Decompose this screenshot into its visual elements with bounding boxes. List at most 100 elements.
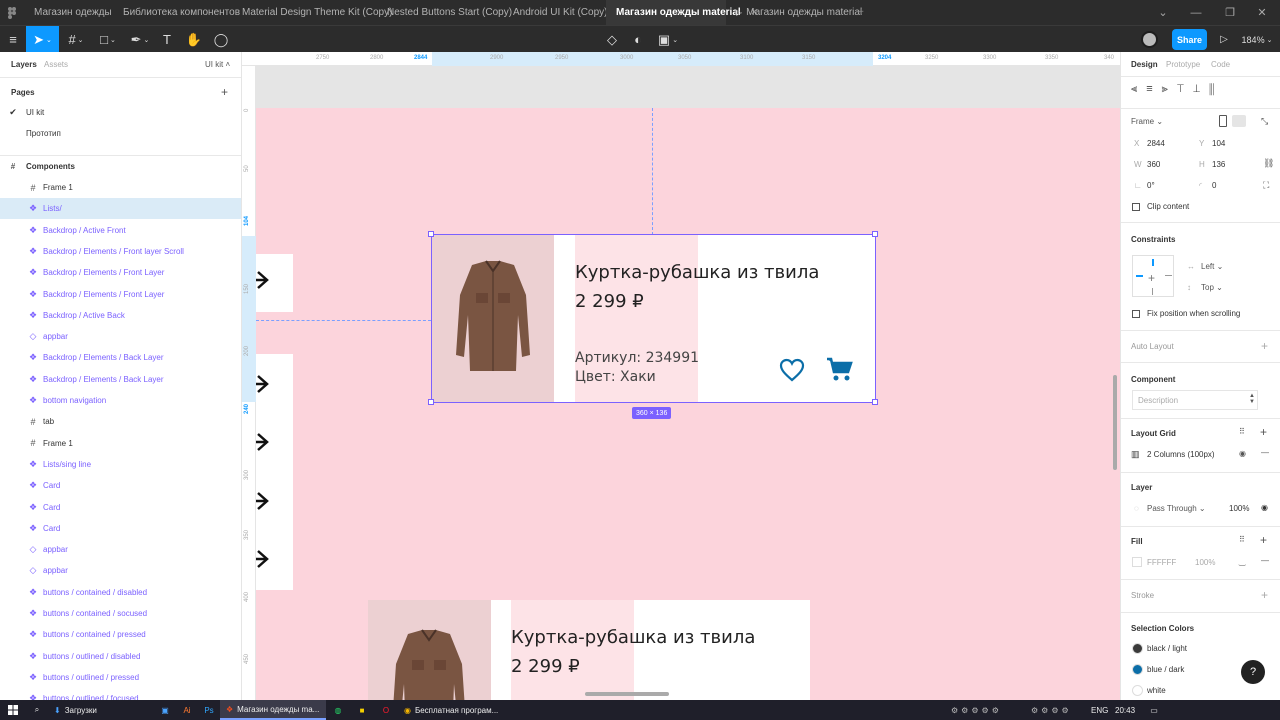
portrait-icon[interactable] [1219, 115, 1227, 127]
notifications-icon[interactable]: ▭ [1143, 700, 1165, 720]
color-swatch[interactable] [1132, 664, 1143, 675]
search-icon[interactable]: ⌕ [26, 700, 48, 720]
layer-item[interactable]: ❖ buttons / contained / pressed [0, 624, 241, 645]
independent-corners-icon[interactable]: ⛶ [1263, 180, 1269, 191]
taskbar-downloads[interactable]: ⬇ Загрузки [48, 700, 154, 720]
grid-value[interactable]: 2 Columns (100px) [1147, 450, 1215, 459]
taskbar-figma[interactable]: ❖ Магазин одежды ma... [220, 700, 326, 720]
arrow-right-icon[interactable] [256, 270, 270, 295]
layer-item[interactable]: # Frame 1 [0, 433, 241, 454]
boolean-icon[interactable]: ▣ ⌄ [655, 26, 681, 53]
layer-item[interactable]: ❖ bottom navigation [0, 390, 241, 411]
arrow-right-icon[interactable] [256, 374, 270, 399]
avatar[interactable] [1141, 31, 1158, 48]
eye-hidden-icon[interactable]: ‿ [1239, 557, 1245, 566]
color-name[interactable]: blue / dark [1147, 665, 1184, 674]
layers-tab[interactable]: Layers [11, 60, 37, 69]
minimize-icon[interactable]: — [1178, 0, 1214, 25]
color-swatch[interactable] [1132, 685, 1143, 696]
resize-handle[interactable] [428, 399, 434, 405]
layer-item[interactable]: ❖ buttons / outlined / disabled [0, 646, 241, 667]
components-frame[interactable]: # Components [0, 156, 241, 177]
resize-handle[interactable] [872, 399, 878, 405]
color-swatch[interactable] [1132, 643, 1143, 654]
layer-item[interactable]: ❖ Backdrop / Active Back [0, 305, 241, 326]
layer-item[interactable]: ❖ Lists/sing line [0, 454, 241, 475]
app-icon[interactable]: ▣ [154, 700, 176, 720]
constrain-proportions-icon[interactable]: ⛓ [1263, 158, 1274, 169]
illustrator-icon[interactable]: Ai [176, 700, 198, 720]
tab-file-active[interactable]: Магазин одежды material ✕ [606, 0, 758, 25]
layer-item[interactable]: ❖ Backdrop / Elements / Front Layer [0, 284, 241, 305]
resize-handle[interactable] [428, 231, 434, 237]
page-item-prototype[interactable]: Прототип [0, 123, 241, 144]
fix-scroll-checkbox[interactable] [1132, 310, 1140, 318]
layer-item[interactable]: ❖ Card [0, 518, 241, 539]
fill-styles-icon[interactable]: ⠿ [1239, 535, 1245, 544]
help-button[interactable]: ? [1241, 660, 1265, 684]
blend-mode-select[interactable]: Pass Through ⌄ [1147, 504, 1206, 513]
tab-file-2[interactable]: Material Design Theme Kit (Copy) [232, 0, 392, 25]
share-button[interactable]: Share [1172, 29, 1207, 50]
page-item-ui-kit[interactable]: ✔ UI kit [0, 102, 241, 123]
photoshop-icon[interactable]: Ps [198, 700, 220, 720]
tray-icons[interactable]: ⚙⚙⚙⚙ [1025, 700, 1085, 720]
y-field[interactable]: 104 [1212, 139, 1225, 148]
tab-file-4[interactable]: Android UI Kit (Copy) [503, 0, 607, 25]
frame-tool-icon[interactable]: # ⌄ [62, 26, 90, 53]
tray-icons[interactable]: ⚙⚙⚙⚙⚙ [945, 700, 1025, 720]
taskbar-chrome[interactable]: ◉ Бесплатная програм... [398, 700, 503, 720]
window-close-icon[interactable]: ✕ [1244, 0, 1280, 25]
tab-prototype[interactable]: ▷ Магазин одежды material [726, 0, 862, 25]
tab-file-1[interactable]: Библиотека компонентов [113, 0, 240, 25]
chevron-down-icon[interactable]: ⌄ [1145, 0, 1181, 25]
clip-content-checkbox[interactable] [1132, 203, 1140, 211]
grid-styles-icon[interactable]: ⠿ [1239, 427, 1245, 436]
layer-item[interactable]: ❖ buttons / outlined / pressed [0, 667, 241, 688]
pen-tool-icon[interactable]: ✒ ⌄ [126, 26, 154, 53]
tab-file-0[interactable]: Магазин одежды [24, 0, 113, 25]
add-auto-layout-button[interactable]: + [1261, 339, 1268, 353]
frame-label[interactable]: Frame ⌄ [1131, 117, 1163, 126]
radius-field[interactable]: 0 [1212, 181, 1216, 190]
add-grid-button[interactable]: + [1260, 425, 1267, 439]
code-tab[interactable]: Code [1211, 60, 1230, 69]
notes-icon[interactable]: ■ [350, 700, 374, 720]
fill-hex[interactable]: FFFFFF [1147, 558, 1176, 567]
opera-icon[interactable]: O [374, 700, 398, 720]
tab-file-3[interactable]: Nested Buttons Start (Copy) [377, 0, 512, 25]
layer-item[interactable]: ◇ appbar [0, 539, 241, 560]
move-tool-icon[interactable]: ➤ ⌄ [26, 26, 59, 53]
layer-item[interactable]: ❖ Backdrop / Elements / Front Layer [0, 262, 241, 283]
add-fill-button[interactable]: + [1260, 533, 1267, 547]
eye-icon[interactable]: ◉ [1239, 449, 1246, 458]
whatsapp-icon[interactable]: ◍ [326, 700, 350, 720]
component-icon[interactable]: ◇ [602, 26, 622, 53]
fill-swatch[interactable] [1132, 557, 1142, 567]
layer-item[interactable]: # tab [0, 411, 241, 432]
mask-icon[interactable]: ◐ [628, 26, 648, 53]
shape-tool-icon[interactable]: □ ⌄ [94, 26, 122, 53]
main-menu-icon[interactable]: ≡ [0, 26, 26, 53]
add-stroke-button[interactable]: + [1261, 588, 1268, 602]
arrow-right-icon[interactable] [256, 432, 270, 457]
constraints-widget[interactable]: + [1132, 255, 1174, 297]
height-field[interactable]: 136 [1212, 160, 1225, 169]
layer-item[interactable]: ❖ Lists/ [0, 198, 241, 220]
layer-item[interactable]: ◇ appbar [0, 560, 241, 581]
description-input[interactable]: Description ▲ ▼ [1132, 390, 1258, 410]
x-field[interactable]: 2844 [1147, 139, 1165, 148]
language-indicator[interactable]: ENG [1085, 700, 1109, 720]
width-field[interactable]: 360 [1147, 160, 1160, 169]
canvas[interactable]: 2750 2800 2844 2900 2950 3000 3050 3100 3150 3204… [242, 52, 1120, 700]
horizontal-constraint-select[interactable]: Left ⌄ [1201, 262, 1223, 271]
text-tool-icon[interactable]: T [157, 26, 177, 53]
color-name[interactable]: black / light [1147, 644, 1187, 653]
vertical-constraint-select[interactable]: Top ⌄ [1201, 283, 1223, 292]
layer-item[interactable]: ❖ Card [0, 497, 241, 518]
landscape-icon[interactable] [1232, 115, 1246, 127]
remove-fill-button[interactable]: — [1261, 556, 1269, 565]
remove-grid-button[interactable]: — [1261, 448, 1269, 457]
eye-icon[interactable]: ◉ [1261, 503, 1268, 512]
layer-item[interactable]: ❖ buttons / outlined / focused [0, 688, 241, 700]
